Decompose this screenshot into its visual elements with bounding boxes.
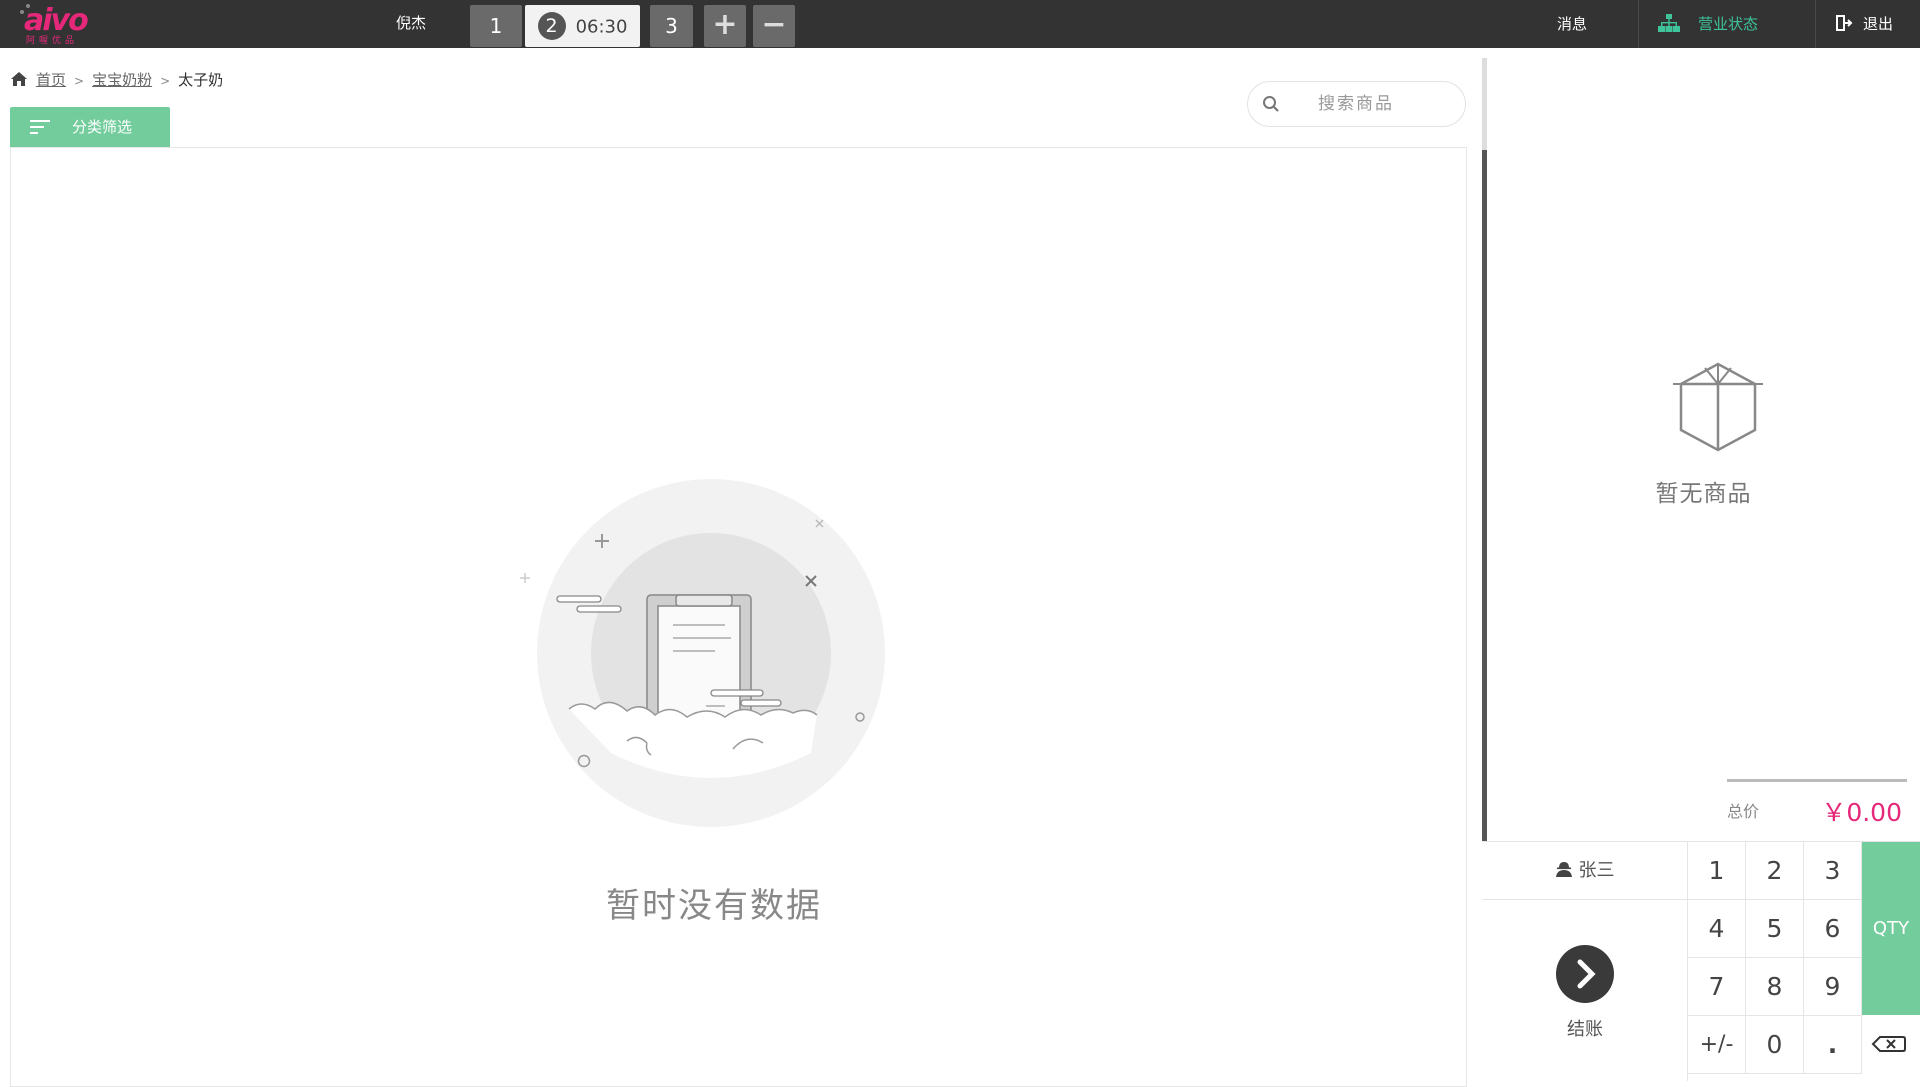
key-2[interactable]: 2 <box>1746 842 1804 900</box>
home-icon[interactable] <box>10 71 28 87</box>
cart-empty-message: 暂无商品 <box>1655 481 1752 507</box>
key-5[interactable]: 5 <box>1746 900 1804 958</box>
key-3[interactable]: 3 <box>1804 842 1862 900</box>
member-selector[interactable]: 张三 <box>1482 842 1688 900</box>
tab-label: 1 <box>489 14 503 38</box>
empty-box-icon <box>1673 362 1763 452</box>
product-list-area: 暂时没有数据 <box>10 147 1467 1087</box>
business-status-button[interactable]: 营业状态 <box>1658 0 1758 48</box>
key-7[interactable]: 7 <box>1688 958 1746 1016</box>
business-status-label: 营业状态 <box>1698 15 1759 33</box>
divider <box>1815 0 1816 48</box>
total-amount: ￥0.00 <box>1821 798 1902 827</box>
user-icon <box>1555 862 1572 877</box>
tab-number-badge: 2 <box>537 11 566 40</box>
logout-label: 退出 <box>1863 15 1894 33</box>
logout-button[interactable]: 退出 <box>1835 0 1893 48</box>
qty-button[interactable]: QTY <box>1862 842 1920 1015</box>
category-filter-button[interactable]: 分类筛选 <box>10 107 170 147</box>
key-9[interactable]: 9 <box>1804 958 1862 1016</box>
order-tab-1[interactable]: 1 <box>470 5 522 47</box>
breadcrumb-home-link[interactable]: 首页 <box>36 71 66 89</box>
cashier-name: 倪杰 <box>396 14 427 32</box>
top-bar: aivo 阿喔优品 倪杰 1 2 06:30 3 + − 消息 营业状态 退出 <box>0 0 1920 48</box>
logout-icon <box>1836 15 1853 31</box>
backspace-icon <box>1871 1036 1906 1052</box>
brand-logo: aivo 阿喔优品 <box>20 4 98 46</box>
search-box[interactable] <box>1247 81 1466 127</box>
org-chart-icon <box>1658 14 1680 32</box>
breadcrumb-separator: > <box>74 74 85 88</box>
breadcrumb-category-link[interactable]: 宝宝奶粉 <box>92 71 152 89</box>
chevron-right-icon <box>1577 959 1596 989</box>
checkout-label: 结账 <box>1567 1019 1603 1040</box>
key-plus-minus[interactable]: +/- <box>1688 1016 1746 1074</box>
cart-panel: 暂无商品 总价 ￥0.00 <box>1482 58 1920 841</box>
add-tab-button[interactable]: + <box>704 5 746 47</box>
key-6[interactable]: 6 <box>1804 900 1862 958</box>
backspace-button[interactable] <box>1862 1015 1920 1073</box>
breadcrumb: 首页 > 宝宝奶粉 > 太子奶 <box>10 68 223 92</box>
cart-scrollbar[interactable] <box>1482 58 1487 150</box>
pos-keypad: 张三 结账 1 2 3 4 5 6 7 8 9 +/- 0 . QTY <box>1482 841 1920 1081</box>
key-decimal[interactable]: . <box>1804 1016 1862 1074</box>
member-name: 张三 <box>1578 860 1615 881</box>
breadcrumb-separator: > <box>160 74 171 88</box>
key-8[interactable]: 8 <box>1746 958 1804 1016</box>
search-input[interactable] <box>1318 92 1448 116</box>
breadcrumb-current: 太子奶 <box>178 71 224 89</box>
category-filter-label: 分类筛选 <box>72 118 133 136</box>
total-label: 总价 <box>1727 802 1760 821</box>
empty-clipboard-illustration <box>520 479 885 827</box>
key-4[interactable]: 4 <box>1688 900 1746 958</box>
order-tab-3[interactable]: 3 <box>650 5 693 47</box>
logo-subtitle: 阿喔优品 <box>26 36 79 46</box>
total-divider <box>1727 779 1907 782</box>
search-icon[interactable] <box>1262 95 1280 113</box>
messages-button[interactable]: 消息 <box>1557 0 1587 48</box>
divider <box>1638 0 1639 48</box>
key-1[interactable]: 1 <box>1688 842 1746 900</box>
filter-lines-icon <box>30 120 50 134</box>
remove-tab-button[interactable]: − <box>753 5 795 47</box>
messages-label: 消息 <box>1557 15 1588 33</box>
plus-icon: + <box>712 7 738 42</box>
checkout-button[interactable]: 结账 <box>1482 900 1688 1081</box>
checkout-arrow-circle[interactable] <box>1556 945 1614 1003</box>
empty-state-message: 暂时没有数据 <box>606 886 822 926</box>
key-0[interactable]: 0 <box>1746 1016 1804 1074</box>
tab-timer: 06:30 <box>575 16 628 38</box>
tab-label: 3 <box>665 14 678 38</box>
logo-text: aivo <box>24 3 89 38</box>
order-tab-2[interactable]: 2 06:30 <box>525 5 640 47</box>
minus-icon: − <box>761 7 787 42</box>
